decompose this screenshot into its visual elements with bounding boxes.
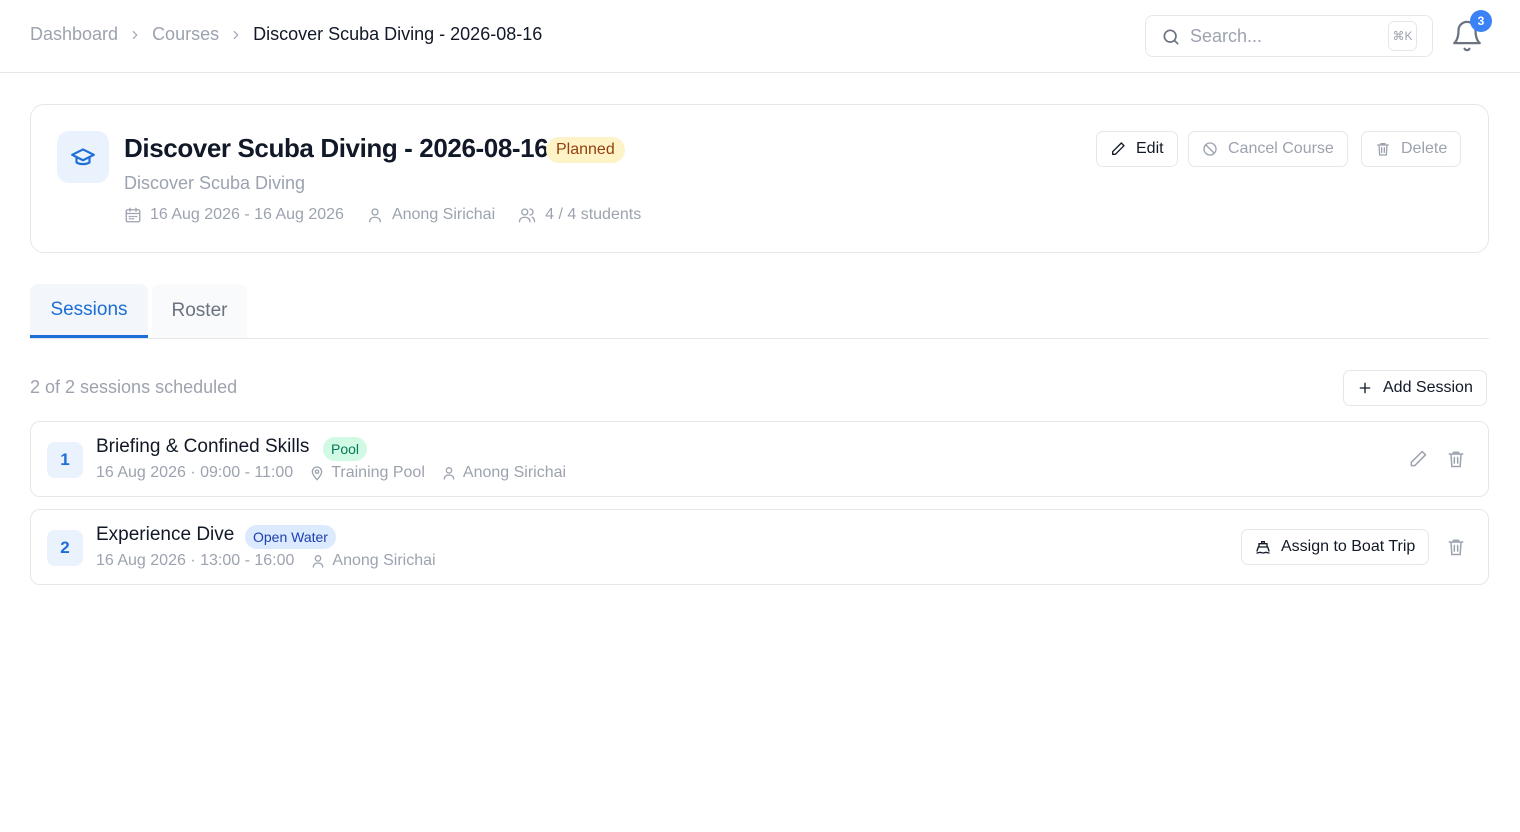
status-badge: Planned xyxy=(546,137,625,163)
session-datetime: 16 Aug 2026 · 09:00 - 11:00 xyxy=(96,464,294,481)
breadcrumb-dashboard[interactable]: Dashboard xyxy=(30,24,118,45)
tab-bar: Sessions Roster xyxy=(30,284,1489,339)
course-students: 4 / 4 students xyxy=(517,206,641,224)
breadcrumb-courses[interactable]: Courses xyxy=(152,24,219,45)
user-icon xyxy=(443,467,455,480)
pencil-icon xyxy=(1112,142,1125,155)
session-type-badge: Open Water xyxy=(245,525,336,549)
course-subtitle: Discover Scuba Diving xyxy=(124,173,306,193)
session-meta: 16 Aug 2026 · 13:00 - 16:00 Anong Sirich… xyxy=(96,552,452,570)
sessions-count: 2 of 2 sessions scheduled xyxy=(30,377,238,397)
course-header-card: Discover Scuba Diving - 2026-08-16 Plann… xyxy=(30,104,1489,253)
tab-roster[interactable]: Roster xyxy=(152,284,247,338)
user-icon xyxy=(313,555,324,568)
edit-course-button[interactable]: Edit xyxy=(1096,131,1178,167)
delete-session-trash-icon[interactable] xyxy=(1445,536,1467,558)
calendar-icon xyxy=(125,207,141,223)
session-datetime: 16 Aug 2026 · 13:00 - 16:00 xyxy=(96,552,295,569)
breadcrumb: Dashboard Courses Discover Scuba Diving … xyxy=(30,24,542,45)
breadcrumb-current: Discover Scuba Diving - 2026-08-16 xyxy=(253,24,543,44)
map-pin-icon xyxy=(311,466,323,481)
session-meta: 16 Aug 2026 · 09:00 - 11:00 Training Poo… xyxy=(96,464,582,482)
delete-course-button[interactable]: Delete xyxy=(1361,131,1462,167)
session-instructor: Anong Sirichai xyxy=(310,552,436,570)
shortcut-hint: ⌘K xyxy=(1388,21,1417,51)
add-session-button[interactable]: Add Session xyxy=(1343,370,1487,406)
ban-icon xyxy=(1203,142,1217,156)
users-icon xyxy=(518,208,536,223)
course-title: Discover Scuba Diving - 2026-08-16 xyxy=(124,133,549,163)
plus-icon xyxy=(1359,382,1371,394)
session-instructor: Anong Sirichai xyxy=(441,464,566,482)
search-box[interactable]: ⌘K xyxy=(1145,15,1433,57)
graduation-cap-icon xyxy=(57,131,109,183)
session-title: Experience Dive xyxy=(96,524,235,545)
chevron-right-icon xyxy=(219,28,253,42)
assign-boat-trip-button[interactable]: Assign to Boat Trip xyxy=(1241,529,1430,565)
tab-sessions[interactable]: Sessions xyxy=(30,284,148,338)
user-icon xyxy=(369,208,381,223)
ship-icon xyxy=(1256,541,1270,554)
course-instructor: Anong Sirichai xyxy=(366,206,495,224)
top-bar: Dashboard Courses Discover Scuba Diving … xyxy=(0,0,1520,73)
course-dates: 16 Aug 2026 - 16 Aug 2026 xyxy=(124,206,344,224)
cancel-course-button[interactable]: Cancel Course xyxy=(1188,131,1348,167)
chevron-right-icon xyxy=(118,28,152,42)
session-row: 1 Briefing & Confined Skills Pool 16 Aug… xyxy=(30,421,1489,497)
notification-count-badge: 3 xyxy=(1470,10,1492,32)
search-icon xyxy=(1161,27,1181,52)
delete-session-trash-icon[interactable] xyxy=(1445,448,1467,470)
course-meta: 16 Aug 2026 - 16 Aug 2026 Anong Sirichai… xyxy=(124,206,663,224)
search-input[interactable] xyxy=(1190,24,1380,48)
edit-session-pencil-icon[interactable] xyxy=(1407,448,1429,470)
session-location: Training Pool xyxy=(309,464,425,482)
session-row: 2 Experience Dive Open Water 16 Aug 2026… xyxy=(30,509,1489,585)
session-title: Briefing & Confined Skills xyxy=(96,436,310,457)
session-type-badge: Pool xyxy=(323,437,368,461)
trash-icon xyxy=(1377,143,1389,156)
session-number: 1 xyxy=(47,442,83,478)
session-number: 2 xyxy=(47,530,83,566)
